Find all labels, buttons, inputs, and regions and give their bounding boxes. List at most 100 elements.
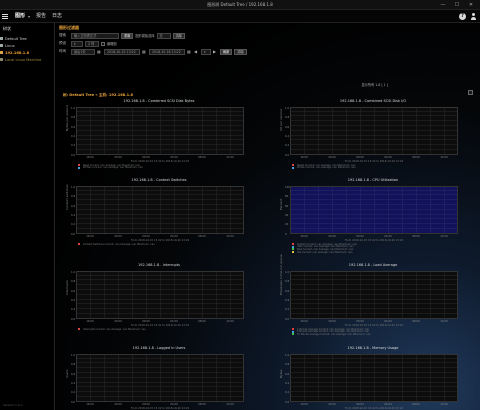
calendar-icon[interactable]: ▦ — [97, 49, 102, 54]
graph-x-tick: 20:00 — [114, 156, 122, 159]
graph-x-tick: 04:00 — [384, 156, 392, 159]
graph-legend: Context Switches Current: nan Average: n… — [78, 243, 246, 246]
graph-x-tick: 20:00 — [114, 403, 122, 406]
tree-item-default-tree[interactable]: Default Tree — [0, 35, 54, 42]
calendar-icon[interactable]: ▦ — [142, 49, 147, 54]
close-icon[interactable]: ✕ — [464, 0, 478, 10]
graph-title: 192.168.1.8 - Logged in Users — [132, 346, 186, 350]
graph-y-tick: 0.6 — [71, 204, 76, 208]
graph-plot-area[interactable] — [76, 186, 244, 234]
graph-y-label: I/O per second — [279, 109, 283, 131]
graph-card[interactable]: 192.168.1.8 - Combined SCSI Disk I/O I/O … — [278, 99, 468, 169]
tab-graphs[interactable]: 图形 — [12, 10, 28, 23]
graph-x-tick: 00:00 — [356, 320, 364, 323]
graph-card[interactable]: 192.168.1.8 - Combined SCSI Disk Bytes By… — [64, 99, 254, 169]
graph-y-label: Interrupts — [65, 280, 69, 295]
graph-x-tick: 04:00 — [384, 403, 392, 406]
rows-select[interactable]: ▾ — [71, 40, 83, 47]
graph-y-tick: 0.0 — [71, 400, 76, 404]
legend-text: Idle Current: nan Average: nan Maximum: … — [297, 250, 353, 254]
graph-x-tick: 12:00 — [440, 235, 448, 238]
apply-button[interactable]: 重置 — [121, 32, 134, 39]
graph-x-tick: 16:00 — [86, 403, 94, 406]
refresh-button[interactable]: 刷新 — [220, 48, 233, 55]
graph-card[interactable]: 192.168.1.8 - CPU Utilization Percent 100 8… — [278, 178, 468, 254]
graph-card[interactable]: 192.168.1.8 - Context Switches Context sw… — [64, 178, 254, 248]
legend-swatch — [292, 251, 294, 254]
host-icon — [0, 58, 3, 61]
graph-plot-area[interactable] — [290, 271, 458, 319]
pagination[interactable]: 显示所有 1-8 [ 1 ] — [361, 82, 388, 87]
graph-y-tick: 0.6 — [71, 372, 76, 376]
legend-swatch — [78, 166, 80, 169]
graph-plot-area[interactable] — [76, 271, 244, 319]
shift-right-icon[interactable]: ▶ — [213, 49, 218, 54]
graph-title: 192.168.1.8 - Combined SCSI Disk Bytes — [123, 99, 195, 103]
legend-swatch — [78, 243, 80, 246]
clear-button[interactable]: 清除 — [172, 32, 185, 39]
clear-time-button[interactable]: 清除 — [234, 48, 247, 55]
graph-plot-area[interactable] — [76, 354, 244, 402]
hamburger-menu-icon[interactable] — [2, 12, 9, 21]
minimize-icon[interactable]: — — [436, 0, 450, 10]
graph-title: 192.168.1.8 - Context Switches — [131, 178, 187, 182]
time-preset-select[interactable]: 最后1天 — [71, 48, 95, 55]
graph-x-tick: 16:00 — [300, 156, 308, 159]
shift-select[interactable]: ▾ — [201, 48, 211, 55]
graph-plot-area[interactable] — [76, 107, 244, 155]
graph-card[interactable]: 192.168.1.8 - Memory Usage Bytes 1.0 0.8 0.6… — [278, 346, 468, 410]
template-label: 图形模板选择 — [135, 34, 155, 38]
version-text: Version 1.2.x — [3, 403, 23, 407]
help-icon[interactable]: ? — [459, 13, 466, 20]
graph-card[interactable]: 192.168.1.8 - Load Average Processes in t… — [278, 254, 468, 336]
graph-y-tick: 0.8 — [71, 280, 76, 284]
graph-x-tick: 08:00 — [198, 156, 206, 159]
graph-y-tick: 0.2 — [285, 308, 290, 312]
graph-x-tick: 20:00 — [114, 320, 122, 323]
graph-title: 192.168.1.8 - Combined SCSI Disk I/O — [339, 99, 407, 103]
graph-x-axis: 16:00 20:00 00:00 04:00 08:00 12:00 — [290, 320, 458, 323]
graph-title: 192.168.1.8 - CPU Utilization — [347, 178, 399, 182]
graph-y-tick: 0.6 — [71, 125, 76, 129]
graph-y-tick: 0.8 — [285, 280, 290, 284]
graph-x-tick: 00:00 — [356, 403, 364, 406]
chevron-down-icon[interactable]: ▾ — [28, 14, 30, 19]
graph-legend: Interrupts Current: nan Average: nan Max… — [78, 328, 246, 331]
from-date-input[interactable]: 2018-10-15 13:22 — [104, 48, 140, 55]
graph-y-tick: 0.0 — [71, 232, 76, 236]
shift-left-icon[interactable]: ◀ — [194, 49, 199, 54]
tab-logs[interactable]: 日志 — [49, 10, 65, 23]
user-icon[interactable] — [470, 13, 477, 20]
calendar-icon[interactable]: ▦ — [187, 49, 192, 54]
tab-reports[interactable]: 报告 — [33, 10, 49, 23]
graph-x-tick: 04:00 — [170, 320, 178, 323]
graph-caption: From 2018-10-15 13:22 to 2018-10-16 13:2… — [344, 324, 404, 327]
graph-x-tick: 08:00 — [412, 320, 420, 323]
graph-y-tick: 1.0 — [285, 271, 290, 274]
tree-item-local-linux[interactable]: Local Linux Machine — [0, 56, 54, 63]
graph-y-tick: 0.2 — [71, 391, 76, 395]
to-date-input[interactable]: 2018-10-16 13:22 — [149, 48, 185, 55]
graph-plot-area[interactable] — [290, 107, 458, 155]
legend-text: Writes Current: nan Average: nan Maximum… — [297, 166, 356, 170]
graph-y-label: Bytes per second — [65, 104, 69, 131]
legend-row: Written Current: nan Average: nan Maximu… — [78, 166, 246, 169]
graph-card[interactable]: 192.168.1.8 - Interrupts Interrupts 1.0 0.8… — [64, 263, 254, 333]
tree-item-linux[interactable]: Linux — [0, 42, 54, 49]
graph-plot-area[interactable] — [290, 186, 458, 234]
graph-y-tick: 0.4 — [285, 381, 290, 385]
collapse-toggle-icon[interactable] — [468, 90, 473, 95]
graph-x-tick: 00:00 — [142, 320, 150, 323]
graph-x-tick: 12:00 — [226, 403, 234, 406]
template-select[interactable]: 无 — [156, 32, 171, 39]
graph-x-tick: 00:00 — [142, 403, 150, 406]
legend-row: Interrupts Current: nan Average: nan Max… — [78, 328, 246, 331]
search-input[interactable]: 输入正则表达式 — [71, 32, 119, 39]
thumbnail-checkbox[interactable] — [101, 41, 105, 46]
columns-select[interactable]: 2 列 — [85, 40, 99, 47]
tree-item-host-selected[interactable]: 192.168.1.8 — [0, 49, 54, 56]
graph-plot-area[interactable] — [290, 354, 458, 402]
graph-caption: From 2018-10-15 13:22 to 2018-10-16 13:2… — [344, 160, 404, 163]
graph-card[interactable]: 192.168.1.8 - Logged in Users Users 1.0 0.8… — [64, 346, 254, 410]
maximize-icon[interactable]: ☐ — [450, 0, 464, 10]
